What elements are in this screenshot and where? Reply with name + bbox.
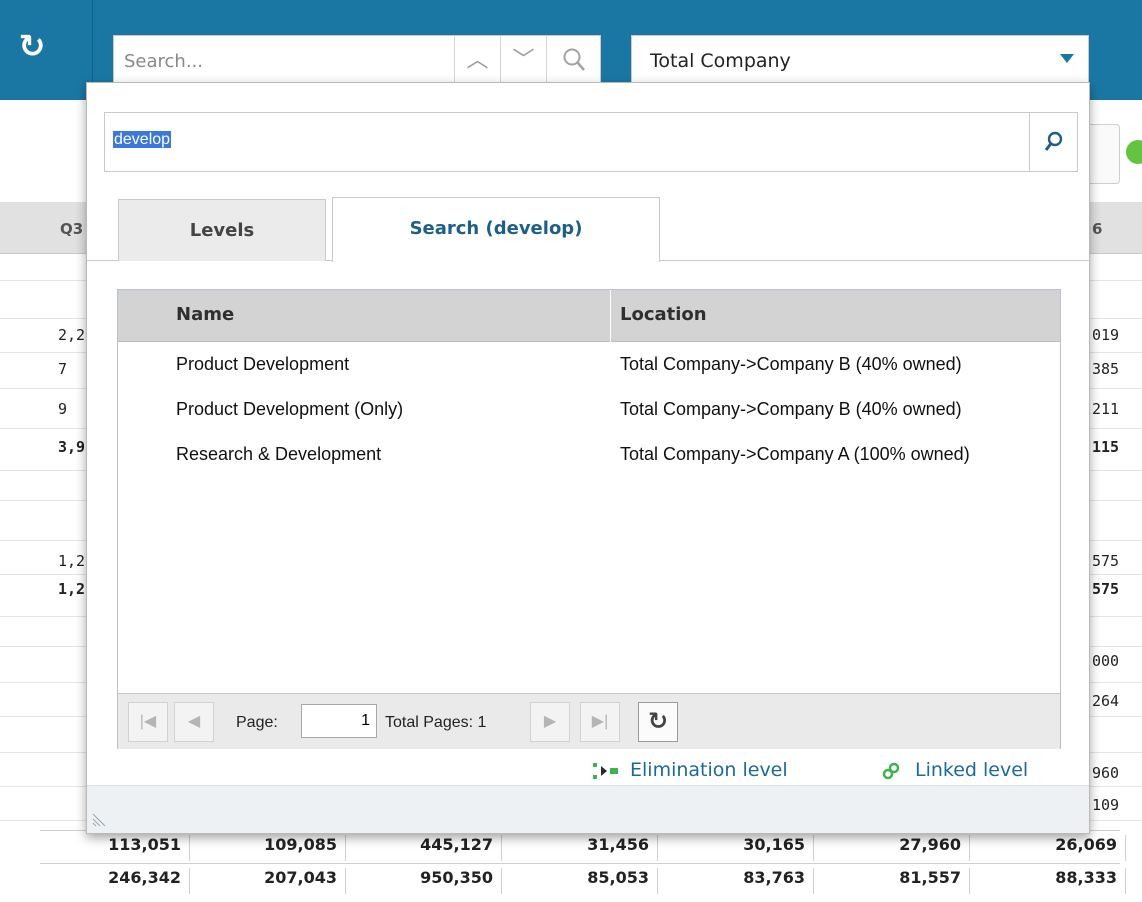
- last-page-icon[interactable]: ▶|: [580, 702, 620, 742]
- grid-body: Product Development Total Company->Compa…: [118, 342, 1060, 694]
- scope-value: Total Company: [650, 50, 791, 72]
- table-row[interactable]: Product Development Total Company->Compa…: [118, 342, 1060, 387]
- tab-search-results[interactable]: Search (develop): [332, 197, 660, 262]
- search-results-grid: Name Location Product Development Total …: [117, 289, 1061, 749]
- result-location: Total Company->Company B (40% owned): [620, 399, 962, 419]
- search-icon: [1044, 131, 1062, 151]
- grid-cell: 27,960: [820, 835, 970, 861]
- grid-cell: 264: [1092, 692, 1120, 710]
- table-row[interactable]: Research & Development Total Company->Co…: [118, 432, 1060, 477]
- legend-elimination-label: Elimination level: [630, 759, 788, 781]
- legend-elimination: Elimination level: [592, 759, 788, 785]
- next-page-icon[interactable]: ▶: [530, 702, 570, 742]
- refresh-icon[interactable]: ↻: [16, 30, 48, 62]
- global-search-box: ︿ ﹀: [113, 35, 601, 85]
- popup-footer: [87, 785, 1089, 833]
- result-location: Total Company->Company B (40% owned): [620, 354, 962, 374]
- column-header: 6: [1092, 220, 1103, 238]
- previous-page-icon[interactable]: ◀: [174, 702, 214, 742]
- grid-cell: 81,557: [820, 868, 970, 894]
- grid-cell: 88,333: [976, 868, 1126, 894]
- result-name: Research & Development: [176, 444, 382, 464]
- grid-cell: 950,350: [352, 868, 502, 894]
- refresh-icon[interactable]: ↻: [638, 702, 678, 742]
- grid-cell: 1,2: [58, 580, 86, 598]
- search-icon[interactable]: [546, 36, 600, 84]
- column-header-name[interactable]: Name: [176, 304, 234, 325]
- grid-header: Name Location: [118, 290, 1060, 342]
- grid-cell: 113,051: [40, 835, 190, 861]
- search-button[interactable]: [1029, 113, 1077, 171]
- column-header-location[interactable]: Location: [620, 304, 707, 325]
- grid-cell: 109: [1092, 796, 1120, 814]
- link-icon: [882, 762, 900, 779]
- grid-cell: 246,342: [40, 868, 190, 894]
- level-picker-popup: develop Levels Search (develop) Name Loc…: [86, 82, 1091, 834]
- grid-cell: 30,165: [664, 835, 814, 861]
- grid-cell: 445,127: [352, 835, 502, 861]
- level-search-text: develop: [113, 131, 172, 148]
- background-total-rows: 113,051 109,085 445,127 31,456 30,165 27,960 2…: [40, 830, 1126, 902]
- tab-levels[interactable]: Levels: [118, 199, 326, 261]
- first-page-icon[interactable]: |◀: [128, 702, 168, 742]
- chevron-up-icon[interactable]: ︿: [454, 36, 500, 84]
- resize-grip-icon[interactable]: [91, 812, 107, 828]
- grid-cell: 207,043: [196, 868, 346, 894]
- grid-cell: 115: [1092, 438, 1120, 456]
- grid-cell: 019: [1092, 326, 1120, 344]
- grid-cell: 960: [1092, 764, 1120, 782]
- grid-cell: 83,763: [664, 868, 814, 894]
- elimination-level-icon: [593, 762, 618, 779]
- grid-cell: 85,053: [508, 868, 658, 894]
- grid-cell: 3,9: [58, 438, 86, 456]
- grid-cell: 385: [1092, 360, 1120, 378]
- table-row[interactable]: Product Development (Only) Total Company…: [118, 387, 1060, 432]
- grid-cell: 31,456: [508, 835, 658, 861]
- column-header: Q3: [60, 220, 84, 238]
- grid-cell: 1,2: [58, 552, 86, 570]
- grid-cell: 000: [1092, 652, 1120, 670]
- page-label: Page:: [236, 714, 278, 731]
- legend-linked-label: Linked level: [915, 759, 1029, 781]
- grid-cell: 7: [58, 360, 68, 378]
- legend-linked: Linked level: [877, 759, 1028, 785]
- tab-bar: Levels Search (develop): [87, 197, 1091, 262]
- grid-cell: 575: [1092, 580, 1120, 598]
- result-location: Total Company->Company A (100% owned): [620, 444, 970, 464]
- level-search-box: develop: [104, 112, 1078, 172]
- grid-cell: 2,2: [58, 326, 86, 344]
- result-name: Product Development: [176, 354, 350, 374]
- table-row: 246,342 207,043 950,350 85,053 83,763 81,557 8…: [40, 863, 1126, 895]
- grid-cell: 109,085: [196, 835, 346, 861]
- grid-cell: 26,069: [976, 835, 1126, 861]
- grid-cell: 9: [58, 400, 68, 418]
- global-search-input[interactable]: [122, 46, 442, 76]
- grid-cell: 575: [1092, 552, 1120, 570]
- scope-dropdown[interactable]: Total Company: [631, 35, 1089, 85]
- level-search-input[interactable]: develop: [113, 131, 172, 155]
- table-row: 113,051 109,085 445,127 31,456 30,165 27,960 2…: [40, 830, 1126, 862]
- pagination-bar: |◀ ◀ Page: Total Pages: 1 ▶ ▶| ↻: [118, 693, 1060, 749]
- chevron-down-icon[interactable]: ﹀: [500, 36, 546, 84]
- column-divider: [610, 290, 611, 342]
- grid-cell: 211: [1092, 400, 1120, 418]
- page-number-input[interactable]: [301, 704, 377, 738]
- total-pages-label: Total Pages: 1: [385, 714, 487, 731]
- result-name: Product Development (Only): [176, 399, 404, 419]
- caret-down-icon: [1060, 54, 1074, 63]
